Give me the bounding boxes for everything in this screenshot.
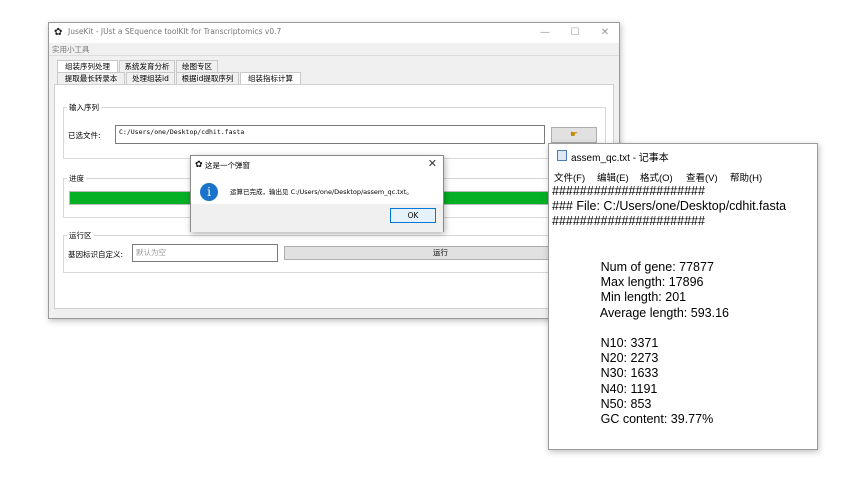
menu-view[interactable]: 查看(V)	[686, 170, 718, 184]
subtab-extract-by-id[interactable]: 根据id提取序列	[176, 72, 239, 84]
input-group-label: 输入序列	[67, 102, 101, 113]
notepad-text-area[interactable]: ###################### ### File: C:/Users…	[552, 184, 817, 449]
text-line: N30: 1633	[552, 366, 659, 381]
text-line: Average length: 593.16	[552, 305, 729, 320]
menu-help[interactable]: 帮助(H)	[730, 170, 762, 184]
minimize-button[interactable]: —	[535, 25, 555, 40]
message-dialog: ✿ 这是一个弹窗 ✕ i 运算已完成，输出见 C:/Users/one/Desk…	[190, 155, 444, 232]
tab-assembly[interactable]: 组装序列处理	[57, 60, 118, 72]
dialog-title: 这是一个弹窗	[205, 161, 250, 170]
menu-bar: 实用小工具	[49, 43, 619, 56]
file-path-field[interactable]: C:/Users/one/Desktop/cdhit.fasta	[115, 125, 545, 144]
gene-id-label: 基因标识自定义:	[68, 250, 124, 259]
text-line: Min length: 201	[552, 290, 687, 305]
dialog-close-button[interactable]: ✕	[428, 157, 437, 170]
tab-plotting[interactable]: 绘图专区	[176, 60, 218, 72]
pointer-icon: ☛	[569, 130, 579, 140]
progress-group-label: 进度	[67, 173, 86, 184]
text-line: N20: 2273	[552, 351, 659, 366]
subtab-process-id[interactable]: 处理组装id	[126, 72, 175, 84]
text-line: GC content: 39.77%	[552, 412, 714, 426]
tab-phylogeny[interactable]: 系统发育分析	[119, 60, 175, 72]
window-title: JuseKit - JUst a SEquence toolKIt for Tr…	[68, 27, 282, 36]
subtab-assembly-metrics[interactable]: 组装指标计算	[240, 72, 301, 84]
dialog-footer: OK	[191, 204, 443, 232]
menu-format[interactable]: 格式(O)	[640, 170, 673, 184]
subtab-longest-transcript[interactable]: 提取最长转录本	[57, 72, 125, 84]
notepad-title: assem_qc.txt - 记事本	[571, 153, 669, 164]
text-line: N50: 853	[552, 396, 652, 411]
dialog-message: 运算已完成，输出见 C:/Users/one/Desktop/assem_qc.…	[230, 188, 413, 196]
text-line: Num of gene: 77877	[552, 260, 714, 274]
gene-id-input[interactable]: 默认为空	[132, 244, 278, 262]
close-button[interactable]: ✕	[595, 25, 615, 40]
text-line: ### File: C:/Users/one/Desktop/cdhit.fas…	[552, 199, 787, 214]
title-bar[interactable]: ✿ JuseKit - JUst a SEquence toolKIt for …	[49, 23, 619, 43]
text-line: N40: 1191	[552, 381, 658, 396]
file-label: 已选文件:	[68, 131, 101, 140]
run-group-label: 运行区	[67, 230, 94, 241]
info-icon: i	[200, 183, 218, 201]
text-line: Max length: 17896	[552, 275, 704, 290]
text-line: ######################	[552, 184, 705, 198]
ok-button[interactable]: OK	[390, 208, 436, 223]
notepad-window: assem_qc.txt - 记事本 文件(F) 编辑(E) 格式(O) 查看(…	[548, 143, 818, 450]
text-line: ######################	[552, 214, 705, 229]
gear-icon: ✿	[195, 160, 203, 170]
browse-button[interactable]: ☛	[551, 127, 597, 143]
text-line: N10: 3371	[552, 336, 659, 350]
menu-tools[interactable]: 实用小工具	[52, 44, 90, 55]
menu-edit[interactable]: 编辑(E)	[597, 170, 629, 184]
maximize-button[interactable]: ☐	[565, 25, 585, 40]
notepad-title-bar[interactable]: assem_qc.txt - 记事本	[549, 144, 817, 166]
notepad-icon	[557, 150, 567, 161]
menu-file[interactable]: 文件(F)	[554, 170, 585, 184]
notepad-menu-bar: 文件(F) 编辑(E) 格式(O) 查看(V) 帮助(H)	[549, 166, 817, 184]
gear-icon: ✿	[54, 27, 63, 38]
